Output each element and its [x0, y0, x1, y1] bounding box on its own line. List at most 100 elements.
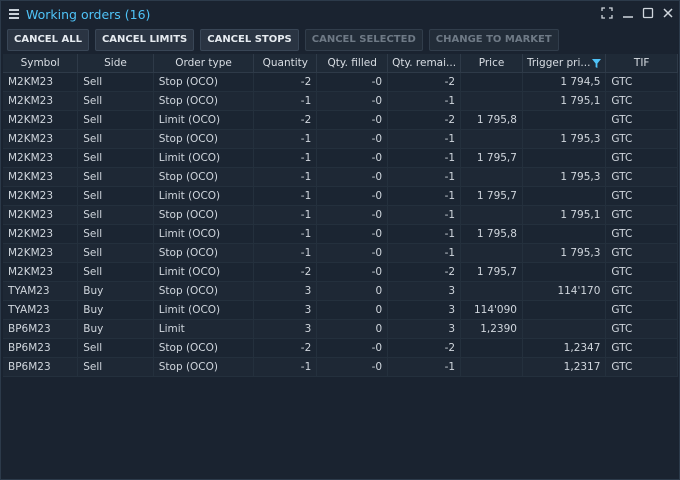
filter-icon[interactable]: [592, 58, 602, 68]
quantity-cell: -1: [253, 357, 318, 377]
orders-table: Symbol Side Order type Quantity Qty. filled Q…: [3, 54, 678, 377]
tif-cell: GTC: [605, 167, 678, 187]
price-cell: [460, 281, 523, 301]
qty-remaining-cell: -1: [387, 243, 462, 263]
close-icon[interactable]: [662, 7, 676, 21]
price-cell: [460, 357, 523, 377]
working-orders-window: Working orders (16) CANCEL ALL CANCEL LIM…: [0, 0, 680, 480]
side-cell: Buy: [77, 300, 154, 320]
table-row[interactable]: M2KM23 Sell Stop (OCO) -2 -0 -2 1 794,5 GTC: [3, 72, 678, 92]
cancel-limits-button[interactable]: CANCEL LIMITS: [94, 29, 195, 51]
column-header-label: Side: [104, 57, 127, 69]
qty-filled-cell: -0: [316, 110, 389, 130]
qty-filled-cell: -0: [316, 72, 389, 92]
column-header-side[interactable]: Side: [77, 54, 154, 73]
qty-remaining-cell: -1: [387, 186, 462, 206]
column-header-label: Symbol: [20, 57, 60, 69]
table-row[interactable]: M2KM23 Sell Limit (OCO) -1 -0 -1 1 795,8 GTC: [3, 224, 678, 244]
table-header-row: Symbol Side Order type Quantity Qty. filled Q…: [3, 54, 678, 73]
quantity-cell: -1: [253, 91, 318, 111]
column-header-order-type[interactable]: Order type: [153, 54, 255, 73]
symbol-cell: BP6M23: [3, 338, 79, 358]
hamburger-menu-icon[interactable]: [9, 9, 19, 19]
cancel-selected-button[interactable]: CANCEL SELECTED: [304, 29, 423, 51]
column-header-symbol[interactable]: Symbol: [3, 54, 79, 73]
price-cell: [460, 72, 523, 92]
qty-filled-cell: -0: [316, 167, 389, 187]
symbol-cell: M2KM23: [3, 129, 79, 149]
order-type-cell: Stop (OCO): [153, 205, 255, 225]
qty-filled-cell: 0: [316, 319, 389, 339]
symbol-cell: M2KM23: [3, 72, 79, 92]
change-to-market-button[interactable]: CHANGE TO MARKET: [428, 29, 559, 51]
order-type-cell: Limit: [153, 319, 255, 339]
trigger-price-cell: [522, 110, 607, 130]
table-row[interactable]: M2KM23 Sell Stop (OCO) -1 -0 -1 1 795,3 GTC: [3, 243, 678, 263]
tif-cell: GTC: [605, 338, 678, 358]
table-row[interactable]: BP6M23 Sell Stop (OCO) -2 -0 -2 1,2347 GTC: [3, 338, 678, 358]
table-row[interactable]: M2KM23 Sell Stop (OCO) -1 -0 -1 1 795,3 GTC: [3, 129, 678, 149]
order-type-cell: Limit (OCO): [153, 262, 255, 282]
column-header-qty-filled[interactable]: Qty. filled: [316, 54, 389, 73]
tif-cell: GTC: [605, 91, 678, 111]
trigger-price-cell: 1 795,3: [522, 243, 607, 263]
column-header-quantity[interactable]: Quantity: [253, 54, 318, 73]
table-row[interactable]: M2KM23 Sell Stop (OCO) -1 -0 -1 1 795,1 GTC: [3, 205, 678, 225]
side-cell: Sell: [77, 72, 154, 92]
order-type-cell: Stop (OCO): [153, 72, 255, 92]
table-row[interactable]: TYAM23 Buy Limit (OCO) 3 0 3 114'090 GTC: [3, 300, 678, 320]
cancel-stops-button[interactable]: CANCEL STOPS: [200, 29, 299, 51]
expand-icon[interactable]: [601, 7, 615, 21]
column-header-qty-remaining[interactable]: Qty. remai...: [387, 54, 462, 73]
quantity-cell: -1: [253, 148, 318, 168]
column-header-tif[interactable]: TIF: [605, 54, 678, 73]
qty-remaining-cell: -2: [387, 110, 462, 130]
order-type-cell: Stop (OCO): [153, 129, 255, 149]
cancel-all-button[interactable]: CANCEL ALL: [7, 29, 89, 51]
qty-filled-cell: -0: [316, 91, 389, 111]
column-header-label: TIF: [633, 57, 650, 69]
qty-filled-cell: -0: [316, 224, 389, 244]
qty-remaining-cell: -1: [387, 167, 462, 187]
price-cell: [460, 167, 523, 187]
symbol-cell: M2KM23: [3, 167, 79, 187]
table-row[interactable]: M2KM23 Sell Stop (OCO) -1 -0 -1 1 795,3 GTC: [3, 167, 678, 187]
column-header-trigger-price[interactable]: Trigger pri...: [522, 54, 607, 73]
price-cell: 1 795,7: [460, 186, 523, 206]
table-row[interactable]: BP6M23 Sell Stop (OCO) -1 -0 -1 1,2317 GTC: [3, 357, 678, 377]
qty-filled-cell: 0: [316, 281, 389, 301]
table-row[interactable]: M2KM23 Sell Limit (OCO) -2 -0 -2 1 795,7 GTC: [3, 262, 678, 282]
symbol-cell: M2KM23: [3, 243, 79, 263]
table-row[interactable]: M2KM23 Sell Limit (OCO) -1 -0 -1 1 795,7 GTC: [3, 186, 678, 206]
minimize-icon[interactable]: [622, 7, 636, 21]
symbol-cell: M2KM23: [3, 110, 79, 130]
qty-remaining-cell: -1: [387, 205, 462, 225]
quantity-cell: -1: [253, 167, 318, 187]
symbol-cell: M2KM23: [3, 205, 79, 225]
price-cell: [460, 205, 523, 225]
table-row[interactable]: M2KM23 Sell Limit (OCO) -2 -0 -2 1 795,8 GTC: [3, 110, 678, 130]
order-type-cell: Stop (OCO): [153, 357, 255, 377]
price-cell: [460, 338, 523, 358]
price-cell: 1,2390: [460, 319, 523, 339]
order-type-cell: Stop (OCO): [153, 91, 255, 111]
side-cell: Buy: [77, 281, 154, 301]
qty-remaining-cell: -1: [387, 91, 462, 111]
qty-filled-cell: -0: [316, 262, 389, 282]
qty-filled-cell: -0: [316, 186, 389, 206]
order-type-cell: Stop (OCO): [153, 167, 255, 187]
column-header-price[interactable]: Price: [460, 54, 523, 73]
tif-cell: GTC: [605, 148, 678, 168]
qty-filled-cell: -0: [316, 338, 389, 358]
table-row[interactable]: BP6M23 Buy Limit 3 0 3 1,2390 GTC: [3, 319, 678, 339]
table-row[interactable]: M2KM23 Sell Limit (OCO) -1 -0 -1 1 795,7 GTC: [3, 148, 678, 168]
title-bar: Working orders (16): [1, 1, 679, 27]
side-cell: Sell: [77, 224, 154, 244]
table-row[interactable]: TYAM23 Buy Stop (OCO) 3 0 3 114'170 GTC: [3, 281, 678, 301]
side-cell: Sell: [77, 167, 154, 187]
qty-remaining-cell: 3: [387, 281, 462, 301]
order-type-cell: Limit (OCO): [153, 148, 255, 168]
trigger-price-cell: [522, 262, 607, 282]
table-row[interactable]: M2KM23 Sell Stop (OCO) -1 -0 -1 1 795,1 GTC: [3, 91, 678, 111]
maximize-icon[interactable]: [642, 7, 656, 21]
